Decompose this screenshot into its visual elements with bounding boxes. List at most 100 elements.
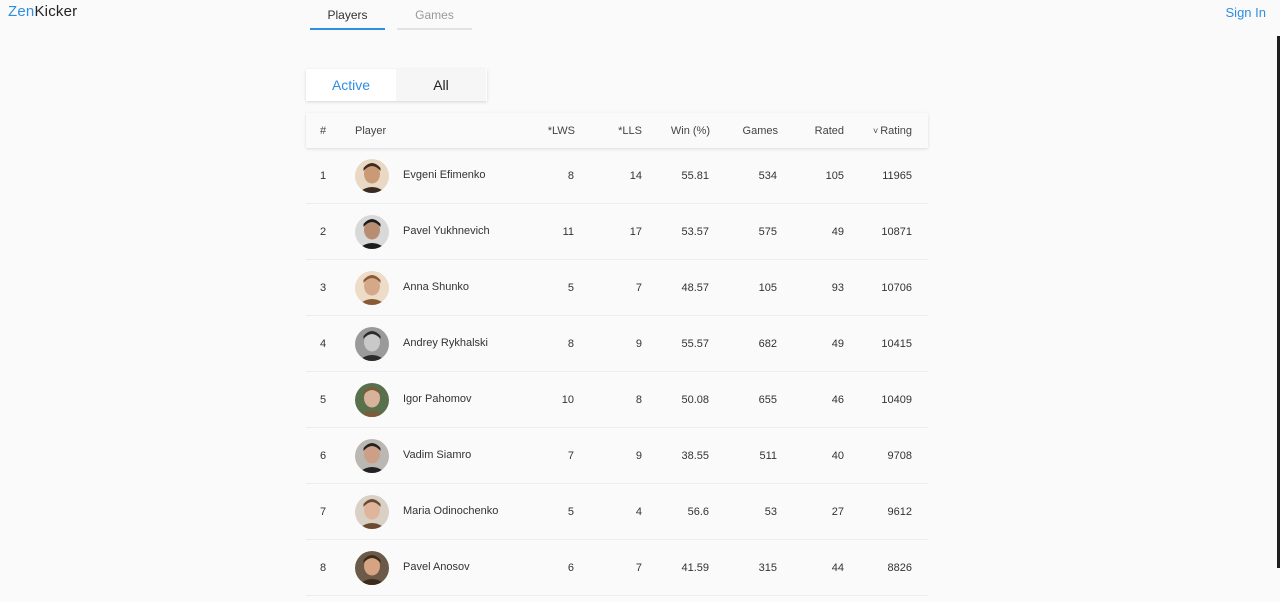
cell-win: 41.59 [681, 561, 709, 574]
cell-win: 55.81 [681, 169, 709, 182]
cell-rating: 10871 [881, 225, 912, 238]
page: ZenKicker Players Games Sign In Active A… [0, 0, 1280, 602]
cell-lws: 5 [567, 281, 574, 294]
cell-rated: 40 [831, 449, 844, 462]
cell-lls: 7 [635, 281, 642, 294]
cell-rating: 9708 [887, 449, 912, 462]
cell-lws: 10 [561, 393, 574, 406]
table-header: # Player *LWS *LLS Win (%) Games Rated ˅… [306, 113, 928, 148]
cell-lws: 8 [567, 337, 574, 350]
cell-games: 53 [764, 505, 777, 518]
table-row[interactable]: 8 Pavel Anosov 6 7 41.59 315 44 8826 [306, 540, 928, 596]
players-table: # Player *LWS *LLS Win (%) Games Rated ˅… [306, 113, 928, 596]
cell-player-name[interactable]: Evgeni Efimenko [403, 169, 513, 182]
cell-lls: 4 [635, 505, 642, 518]
cell-rank: 3 [320, 281, 327, 294]
cell-lls: 8 [635, 393, 642, 406]
logo-part-kicker: Kicker [34, 3, 78, 20]
table-row[interactable]: 7 Maria Odinochenko 5 4 56.6 53 27 9612 [306, 484, 928, 540]
col-header-rank[interactable]: # [320, 125, 350, 137]
cell-lws: 5 [567, 505, 574, 518]
cell-rank: 7 [320, 505, 327, 518]
table-body: 1 Evgeni Efimenko 8 14 55.81 534 105 119… [306, 148, 928, 596]
cell-rank: 5 [320, 393, 327, 406]
cell-rating: 9612 [887, 505, 912, 518]
col-header-lws[interactable]: *LWS [525, 125, 575, 137]
col-header-rated[interactable]: Rated [784, 125, 844, 137]
cell-rating: 10415 [881, 337, 912, 350]
cell-rank: 4 [320, 337, 327, 350]
player-avatar[interactable] [355, 327, 389, 361]
cell-player-name[interactable]: Igor Pahomov [403, 393, 513, 406]
table-row[interactable]: 3 Anna Shunko 5 7 48.57 105 93 10706 [306, 260, 928, 316]
cell-rank: 2 [320, 225, 327, 238]
cell-rated: 49 [831, 225, 844, 238]
filter-active-button[interactable]: Active [306, 69, 396, 101]
main-tabs: Players Games [310, 0, 472, 30]
logo-part-zen: Zen [8, 3, 35, 20]
cell-player-name[interactable]: Maria Odinochenko [403, 505, 513, 518]
player-avatar[interactable] [355, 495, 389, 529]
cell-lws: 8 [567, 169, 574, 182]
col-header-games[interactable]: Games [718, 125, 778, 137]
cell-games: 655 [758, 393, 777, 406]
player-avatar[interactable] [355, 551, 389, 585]
col-header-rating-label: Rating [880, 124, 912, 137]
filter-all-button[interactable]: All [396, 69, 486, 101]
app-logo[interactable]: ZenKicker [8, 3, 77, 20]
cell-player-name[interactable]: Andrey Rykhalski [403, 337, 513, 350]
cell-win: 48.57 [681, 281, 709, 294]
cell-rated: 105 [825, 169, 844, 182]
player-avatar[interactable] [355, 215, 389, 249]
cell-games: 682 [758, 337, 777, 350]
table-row[interactable]: 2 Pavel Yukhnevich 11 17 53.57 575 49 10… [306, 204, 928, 260]
table-row[interactable]: 1 Evgeni Efimenko 8 14 55.81 534 105 119… [306, 148, 928, 204]
cell-rated: 49 [831, 337, 844, 350]
cell-rated: 46 [831, 393, 844, 406]
cell-rating: 11965 [882, 169, 912, 182]
player-avatar[interactable] [355, 159, 389, 193]
player-avatar[interactable] [355, 271, 389, 305]
cell-win: 56.6 [687, 505, 709, 518]
cell-games: 575 [758, 225, 777, 238]
cell-lls: 9 [635, 337, 642, 350]
cell-rating: 10409 [881, 393, 912, 406]
cell-lws: 11 [562, 225, 574, 238]
cell-rank: 8 [320, 561, 327, 574]
tab-players[interactable]: Players [310, 0, 385, 30]
cell-player-name[interactable]: Anna Shunko [403, 281, 513, 294]
tab-games[interactable]: Games [397, 0, 472, 30]
cell-games: 105 [758, 281, 777, 294]
col-header-win[interactable]: Win (%) [650, 125, 710, 137]
col-header-player[interactable]: Player [355, 125, 515, 137]
cell-rating: 10706 [881, 281, 912, 294]
cell-rated: 44 [831, 561, 844, 574]
cell-win: 55.57 [681, 337, 709, 350]
col-header-lls[interactable]: *LLS [592, 125, 642, 137]
cell-win: 38.55 [681, 449, 709, 462]
cell-win: 53.57 [681, 225, 709, 238]
sort-chevron-down-icon: ˅ [872, 125, 879, 136]
table-row[interactable]: 6 Vadim Siamro 7 9 38.55 511 40 9708 [306, 428, 928, 484]
sign-in-link[interactable]: Sign In [1226, 5, 1266, 20]
cell-rank: 1 [320, 169, 327, 182]
cell-player-name[interactable]: Vadim Siamro [403, 449, 513, 462]
cell-games: 315 [758, 561, 777, 574]
cell-lls: 14 [629, 169, 642, 182]
cell-games: 534 [758, 169, 777, 182]
player-avatar[interactable] [355, 383, 389, 417]
cell-lls: 9 [635, 449, 642, 462]
player-avatar[interactable] [355, 439, 389, 473]
table-row[interactable]: 5 Igor Pahomov 10 8 50.08 655 46 10409 [306, 372, 928, 428]
cell-rating: 8826 [887, 561, 912, 574]
cell-lws: 7 [567, 449, 574, 462]
cell-player-name[interactable]: Pavel Yukhnevich [403, 225, 513, 238]
cell-lls: 17 [629, 225, 642, 238]
cell-lls: 7 [635, 561, 642, 574]
cell-win: 50.08 [681, 393, 709, 406]
cell-rank: 6 [320, 449, 327, 462]
cell-player-name[interactable]: Pavel Anosov [403, 561, 513, 574]
table-row[interactable]: 4 Andrey Rykhalski 8 9 55.57 682 49 1041… [306, 316, 928, 372]
col-header-rating[interactable]: ˅ Rating [852, 125, 912, 137]
cell-lws: 6 [567, 561, 574, 574]
